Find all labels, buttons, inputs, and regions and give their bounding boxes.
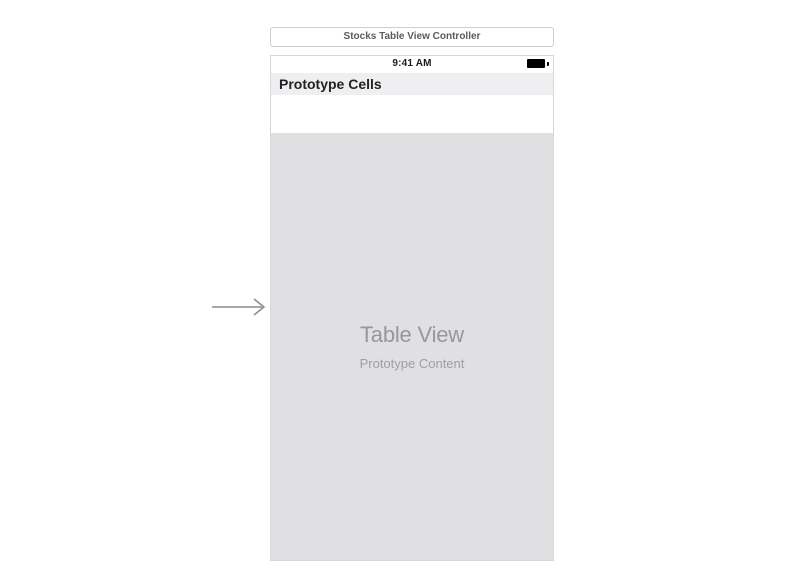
table-view-placeholder[interactable]: Table View Prototype Content bbox=[271, 133, 553, 560]
segue-arrow-icon bbox=[210, 294, 272, 320]
placeholder-subtitle: Prototype Content bbox=[360, 356, 465, 371]
view-controller-title[interactable]: Stocks Table View Controller bbox=[270, 27, 554, 47]
status-bar-time: 9:41 AM bbox=[271, 58, 553, 69]
prototype-cells-header: Prototype Cells bbox=[271, 73, 553, 95]
battery-icon bbox=[527, 59, 547, 69]
status-bar: 9:41 AM bbox=[271, 56, 553, 73]
prototype-cell[interactable] bbox=[271, 95, 553, 133]
scene-canvas[interactable]: 9:41 AM Prototype Cells Table View Proto… bbox=[270, 55, 554, 561]
placeholder-title: Table View bbox=[360, 322, 464, 348]
